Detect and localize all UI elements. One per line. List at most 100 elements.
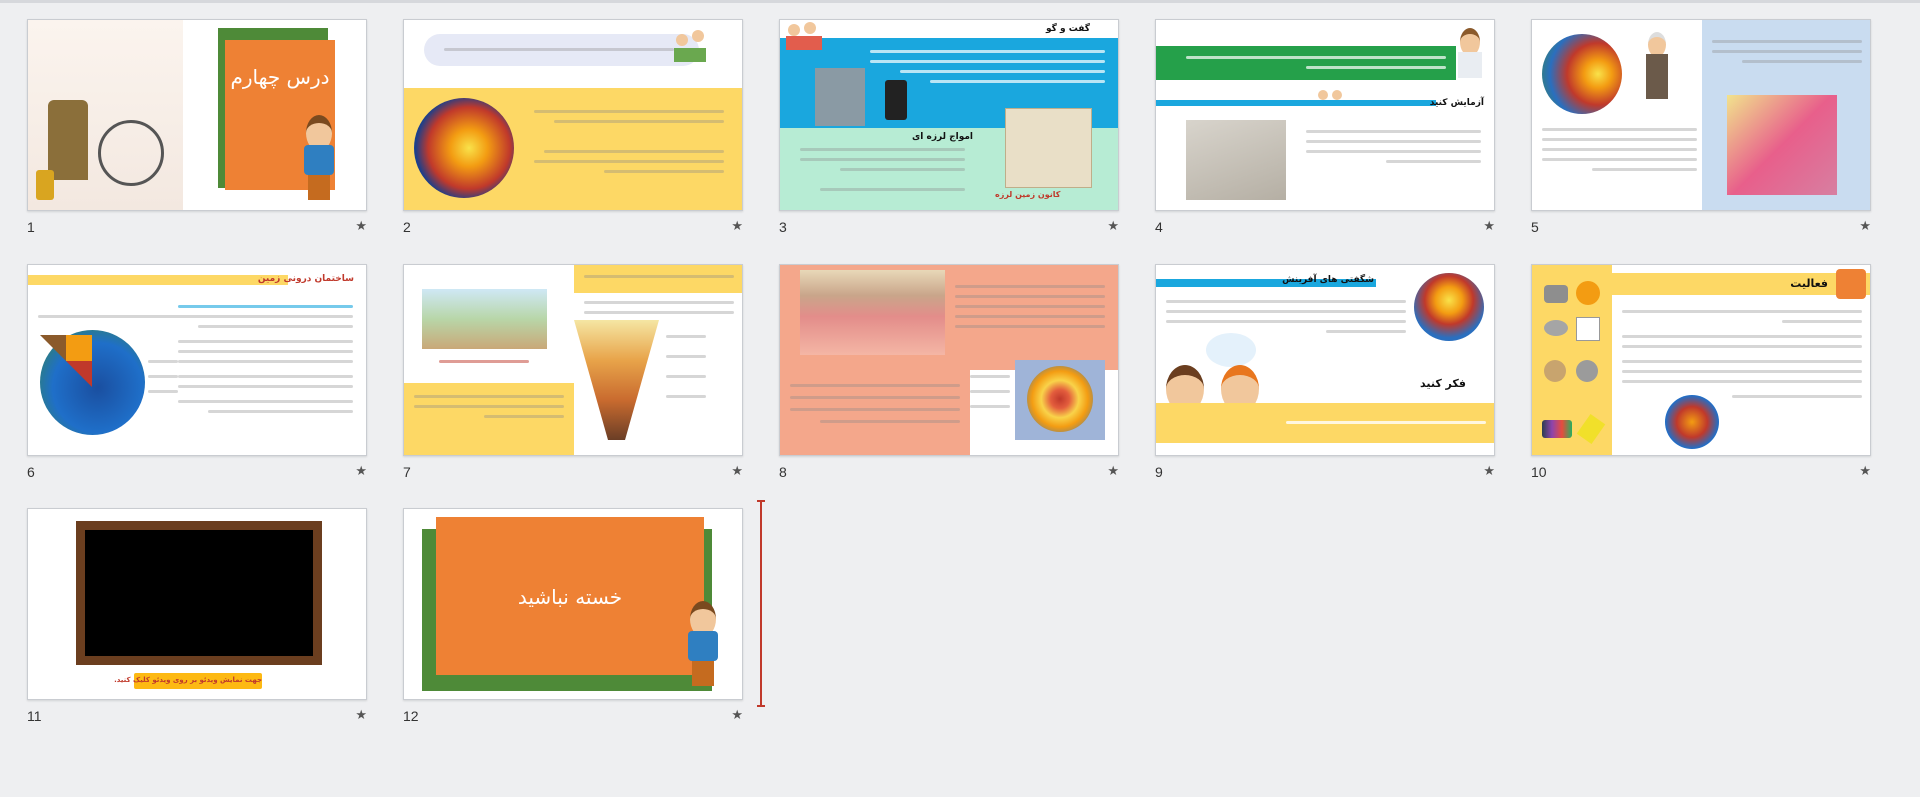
- yellow-rule: [28, 275, 288, 285]
- cracked-ground-image: [815, 68, 865, 126]
- slide-item-5[interactable]: 5 ★: [1531, 19, 1871, 244]
- blue-rule: [1156, 100, 1436, 106]
- slide-thumbnail-5[interactable]: [1531, 19, 1871, 211]
- slide-item-1[interactable]: درس چهارم 1 ★: [27, 19, 367, 244]
- materials-panel: [1532, 265, 1612, 455]
- tectonic-plate-image: [1727, 95, 1837, 195]
- slide-number: 1: [27, 219, 35, 235]
- slide-number: 3: [779, 219, 787, 235]
- video-hint-text: جهت نمایش ویدئو بر روی ویدئو کلیک کنید.: [114, 676, 262, 684]
- clay-earth-image: [1665, 395, 1719, 449]
- boy-character-image: [682, 601, 724, 696]
- experiment-image: [1186, 120, 1286, 200]
- salmon-panel: [780, 370, 970, 455]
- slide-thumbnail-2[interactable]: [403, 19, 743, 211]
- boy-character-image: [298, 115, 338, 205]
- slide-number: 2: [403, 219, 411, 235]
- green-banner: [1156, 46, 1456, 80]
- earth-layers-diagram: [574, 320, 659, 440]
- slide-thumbnail-8[interactable]: [779, 264, 1119, 456]
- slide-number: 4: [1155, 219, 1163, 235]
- slide-item-7[interactable]: 7 ★: [403, 264, 743, 489]
- pencil-icon: [1576, 414, 1606, 444]
- students-image: [786, 20, 826, 52]
- slide-title: گفت و گو: [1046, 24, 1090, 34]
- slide-item-10[interactable]: فعالیت 10 ★: [1531, 264, 1871, 489]
- star-icon[interactable]: ★: [1859, 464, 1871, 479]
- slide-thumbnail-9[interactable]: شگفتی های آفرینش فکر کنید: [1155, 264, 1495, 456]
- phone-icon: [885, 80, 907, 120]
- slide-item-11[interactable]: جهت نمایش ویدئو بر روی ویدئو کلیک کنید. …: [27, 508, 367, 733]
- yellow-panel: [1156, 403, 1494, 443]
- bicycle-icon: [98, 120, 164, 186]
- slide-thumbnail-12[interactable]: خسته نباشید: [403, 508, 743, 700]
- star-icon[interactable]: ★: [731, 708, 743, 723]
- slide-item-6[interactable]: ساختمان درونی زمین 6 ★: [27, 264, 367, 489]
- slide-title: درس چهارم: [230, 65, 330, 89]
- slide-thumbnail-10[interactable]: فعالیت: [1531, 264, 1871, 456]
- star-icon[interactable]: ★: [355, 708, 367, 723]
- orange-box: خسته نباشید: [436, 517, 704, 675]
- slide-number: 8: [779, 464, 787, 480]
- star-icon[interactable]: ★: [1107, 219, 1119, 234]
- video-hint-badge[interactable]: جهت نمایش ویدئو بر روی ویدئو کلیک کنید.: [114, 673, 262, 689]
- star-icon[interactable]: ★: [731, 219, 743, 234]
- slide-number: 5: [1531, 219, 1539, 235]
- bottle-icon: [36, 170, 54, 200]
- title-bar: فعالیت: [1612, 269, 1870, 299]
- star-icon[interactable]: ★: [731, 464, 743, 479]
- children-image: [672, 26, 710, 64]
- crust-cross-section: [800, 270, 945, 355]
- slide-sorter-grid: درس چهارم 1 ★ 2 ★ گفت و گو امواج لرزه ای…: [0, 0, 1920, 797]
- slide-title: ساختمان درونی زمین: [257, 274, 354, 284]
- earth-core-image: [414, 98, 514, 198]
- paint-icon: [1542, 420, 1572, 438]
- slide-item-12[interactable]: خسته نباشید 12 ★: [403, 508, 743, 733]
- star-icon[interactable]: ★: [355, 219, 367, 234]
- insertion-cursor: [757, 500, 765, 707]
- fault-diagram-image: [1005, 108, 1092, 188]
- activity-icon: [1836, 269, 1866, 299]
- star-icon[interactable]: ★: [355, 464, 367, 479]
- microscope-icon: [48, 100, 88, 180]
- slide-number: 7: [403, 464, 411, 480]
- slide-thumbnail-3[interactable]: گفت و گو امواج لرزه ای کانون زمین لرزه: [779, 19, 1119, 211]
- thought-bubble: [1206, 333, 1256, 367]
- star-icon[interactable]: ★: [1859, 219, 1871, 234]
- slide-thumbnail-6[interactable]: ساختمان درونی زمین: [27, 264, 367, 456]
- slide-item-3[interactable]: گفت و گو امواج لرزه ای کانون زمین لرزه 3…: [779, 19, 1119, 244]
- slide-thumbnail-4[interactable]: آزمایش کنید: [1155, 19, 1495, 211]
- star-icon[interactable]: ★: [1483, 219, 1495, 234]
- slide-title: شگفتی های آفرینش: [1282, 275, 1374, 285]
- slide-number: 6: [27, 464, 35, 480]
- textbook-cover-image: [28, 20, 183, 210]
- slide-item-2[interactable]: 2 ★: [403, 19, 743, 244]
- slide-item-4[interactable]: آزمایش کنید 4 ★: [1155, 19, 1495, 244]
- diagram-label: کانون زمین لرزه: [995, 190, 1061, 199]
- mint-panel: امواج لرزه ای کانون زمین لرزه: [780, 108, 1118, 210]
- scientist-character-image: [1642, 32, 1672, 122]
- star-icon[interactable]: ★: [1483, 464, 1495, 479]
- slide-title: فعالیت: [1790, 277, 1828, 290]
- slide-number: 9: [1155, 464, 1163, 480]
- slide-number: 12: [403, 708, 419, 724]
- slide-title: آزمایش کنید: [1429, 98, 1484, 108]
- crust-map-image: [422, 289, 547, 349]
- slide-title: خسته نباشید: [517, 585, 623, 609]
- slide-thumbnail-7[interactable]: [403, 264, 743, 456]
- earth-layers-image: [1542, 34, 1622, 114]
- video-player[interactable]: [85, 530, 313, 656]
- yellow-panel: [404, 88, 742, 210]
- star-icon[interactable]: ★: [1107, 464, 1119, 479]
- video-frame: [76, 521, 322, 665]
- slide-item-9[interactable]: شگفتی های آفرینش فکر کنید 9 ★: [1155, 264, 1495, 489]
- question-bubble: [424, 34, 699, 66]
- slide-thumbnail-11[interactable]: جهت نمایش ویدئو بر روی ویدئو کلیک کنید.: [27, 508, 367, 700]
- blue-panel: [1702, 20, 1870, 210]
- slide-thumbnail-1[interactable]: درس چهارم: [27, 19, 367, 211]
- think-heading: فکر کنید: [1419, 377, 1466, 390]
- yellow-panel: [404, 383, 574, 455]
- earth-image: [1414, 273, 1484, 341]
- slide-item-8[interactable]: 8 ★: [779, 264, 1119, 489]
- earth-interior-diagram: [1015, 360, 1105, 440]
